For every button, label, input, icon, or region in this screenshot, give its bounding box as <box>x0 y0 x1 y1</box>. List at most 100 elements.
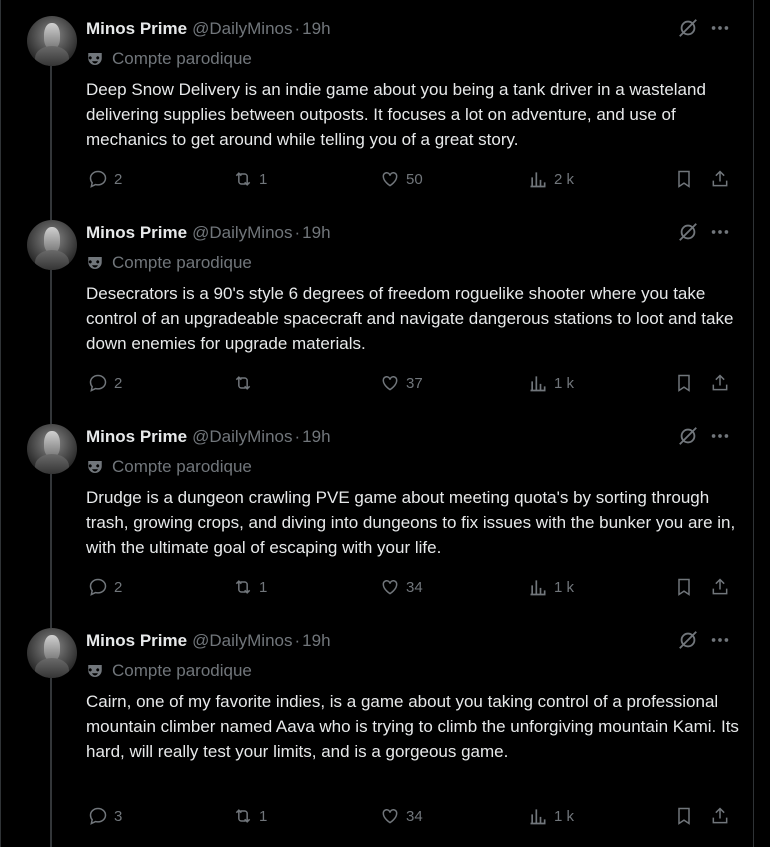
tweet[interactable]: Minos Prime @DailyMinos · 19h Compte par… <box>1 204 753 408</box>
parody-label: Compte parodique <box>86 660 252 682</box>
parody-label-text: Compte parodique <box>112 457 252 476</box>
share-button[interactable] <box>710 169 730 189</box>
like-icon <box>382 171 398 187</box>
grok-icon[interactable] <box>677 221 699 243</box>
author-handle[interactable]: @DailyMinos <box>192 223 292 243</box>
bookmark-button[interactable] <box>674 373 694 393</box>
parody-mask-icon <box>88 665 102 677</box>
views-button[interactable]: 2 k <box>528 169 574 189</box>
like-button[interactable]: 34 <box>380 577 423 597</box>
author-handle[interactable]: @DailyMinos <box>192 19 292 39</box>
tweet-text: Deep Snow Delivery is an indie game abou… <box>86 80 706 149</box>
share-button[interactable] <box>710 806 730 826</box>
share-button[interactable] <box>710 373 730 393</box>
timestamp[interactable]: 19h <box>302 19 330 39</box>
like-button[interactable]: 50 <box>380 169 423 189</box>
grok-icon[interactable] <box>677 629 699 651</box>
grok-icon[interactable] <box>677 425 699 447</box>
reply-count: 2 <box>114 170 123 188</box>
avatar[interactable] <box>27 628 77 678</box>
views-count: 2 k <box>554 170 575 188</box>
share-button[interactable] <box>710 577 730 597</box>
like-button[interactable]: 37 <box>380 373 423 393</box>
like-count: 34 <box>406 807 423 825</box>
bookmark-button[interactable] <box>674 577 694 597</box>
more-icon[interactable] <box>709 17 731 39</box>
thread-line <box>50 612 52 628</box>
retweet-button[interactable] <box>233 373 259 393</box>
like-count: 50 <box>406 170 423 188</box>
tweet-text: Desecrators is a 90's style 6 degrees of… <box>86 284 734 353</box>
reply-count: 3 <box>114 807 123 825</box>
views-button[interactable]: 1 k <box>528 806 574 826</box>
views-count: 1 k <box>554 807 575 825</box>
reply-button[interactable]: 3 <box>88 806 122 826</box>
thread-line <box>50 678 52 847</box>
bookmark-button[interactable] <box>674 806 694 826</box>
tweet-header: Minos Prime @DailyMinos · 19h <box>86 630 331 652</box>
author-name[interactable]: Minos Prime <box>86 19 187 39</box>
parody-label: Compte parodique <box>86 48 252 70</box>
thread-line <box>50 408 52 424</box>
retweet-button[interactable]: 1 <box>233 577 267 597</box>
more-icon[interactable] <box>709 221 731 243</box>
retweet-count: 1 <box>259 170 268 188</box>
retweet-icon <box>235 809 251 823</box>
reply-count: 2 <box>114 578 123 596</box>
timestamp[interactable]: 19h <box>302 427 330 447</box>
bookmark-icon <box>678 578 690 596</box>
more-icon[interactable] <box>709 425 731 447</box>
author-name[interactable]: Minos Prime <box>86 223 187 243</box>
separator-dot: · <box>294 223 301 242</box>
parody-mask-icon <box>88 257 102 269</box>
separator-dot: · <box>294 631 301 650</box>
reply-button[interactable]: 2 <box>88 577 122 597</box>
views-count: 1 k <box>554 374 575 392</box>
share-icon <box>712 807 728 824</box>
reply-count: 2 <box>114 374 123 392</box>
thread-line <box>50 474 52 612</box>
author-handle[interactable]: @DailyMinos <box>192 631 292 651</box>
parody-mask-icon <box>88 53 102 65</box>
parody-mask-icon <box>88 461 102 473</box>
thread-line <box>50 66 52 204</box>
reply-icon <box>89 807 107 825</box>
parody-label-text: Compte parodique <box>112 253 252 272</box>
views-icon <box>530 376 546 392</box>
avatar[interactable] <box>27 220 77 270</box>
views-button[interactable]: 1 k <box>528 577 574 597</box>
retweet-button[interactable]: 1 <box>233 806 267 826</box>
retweet-count: 1 <box>259 807 268 825</box>
timestamp[interactable]: 19h <box>302 223 330 243</box>
tweet[interactable]: Minos Prime @DailyMinos · 19h Compte par… <box>1 0 753 204</box>
timestamp[interactable]: 19h <box>302 631 330 651</box>
reply-button[interactable]: 2 <box>88 169 122 189</box>
bookmark-icon <box>678 170 690 188</box>
thread-line <box>50 204 52 220</box>
views-count: 1 k <box>554 578 575 596</box>
more-icon[interactable] <box>709 629 731 651</box>
tweet-header: Minos Prime @DailyMinos · 19h <box>86 18 331 40</box>
like-count: 37 <box>406 374 423 392</box>
reply-icon <box>89 374 107 392</box>
tweet-text: Cairn, one of my favorite indies, is a g… <box>86 692 739 761</box>
bookmark-icon <box>678 807 690 825</box>
tweet[interactable]: Minos Prime @DailyMinos · 19h Compte par… <box>1 408 753 612</box>
reply-button[interactable]: 2 <box>88 373 122 393</box>
avatar[interactable] <box>27 424 77 474</box>
retweet-button[interactable]: 1 <box>233 169 267 189</box>
bookmark-button[interactable] <box>674 169 694 189</box>
views-icon <box>530 809 546 825</box>
grok-icon[interactable] <box>677 17 699 39</box>
author-handle[interactable]: @DailyMinos <box>192 427 292 447</box>
like-button[interactable]: 34 <box>380 806 423 826</box>
separator-dot: · <box>294 427 301 446</box>
author-name[interactable]: Minos Prime <box>86 427 187 447</box>
tweet-header: Minos Prime @DailyMinos · 19h <box>86 222 331 244</box>
author-name[interactable]: Minos Prime <box>86 631 187 651</box>
tweet-text: Drudge is a dungeon crawling PVE game ab… <box>86 488 736 557</box>
views-button[interactable]: 1 k <box>528 373 574 393</box>
avatar[interactable] <box>27 16 77 66</box>
tweet[interactable]: Minos Prime @DailyMinos · 19h Compte par… <box>1 612 753 847</box>
views-icon <box>530 172 546 188</box>
